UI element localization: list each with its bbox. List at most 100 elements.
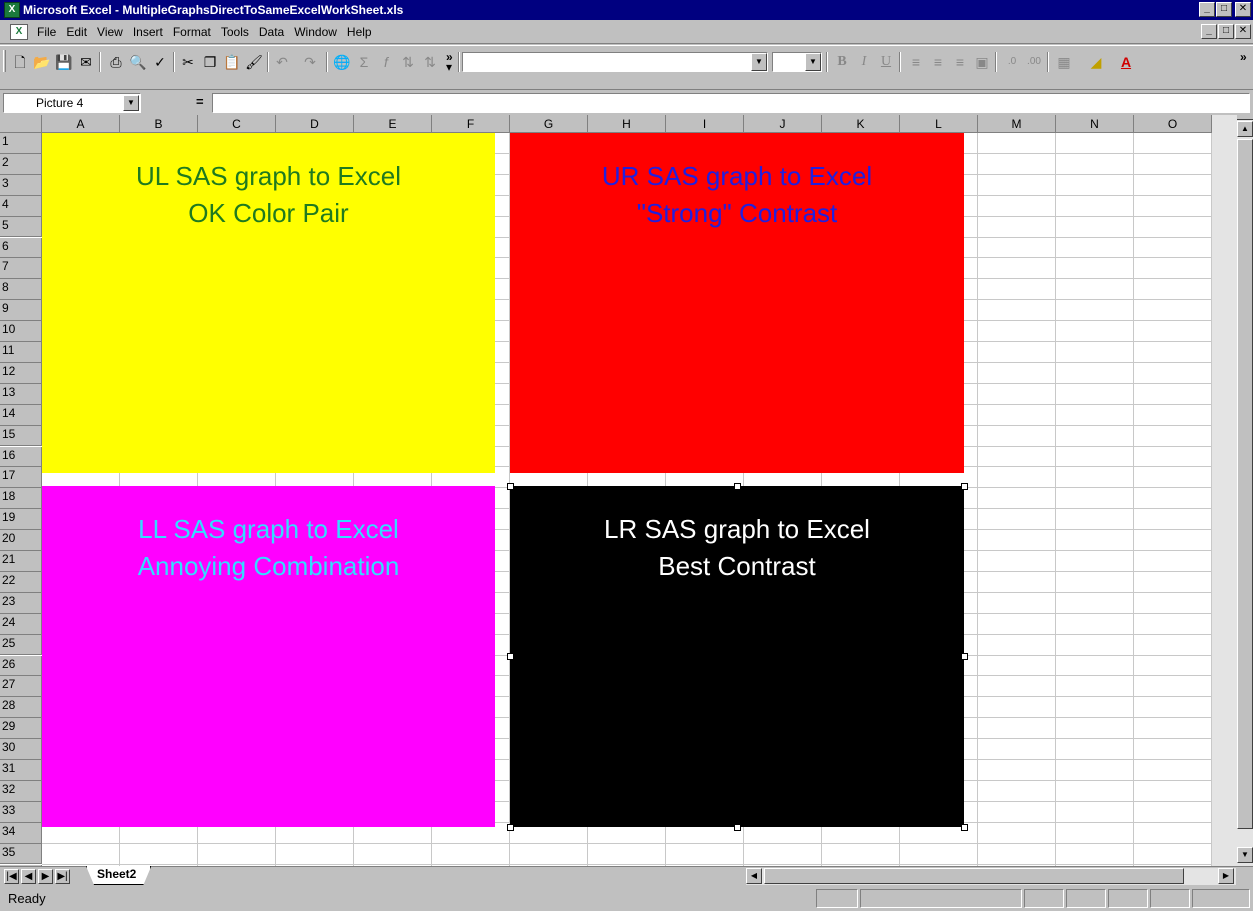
font-color-icon[interactable]: A [1116, 52, 1136, 72]
toolbar-grip[interactable] [3, 50, 6, 72]
column-header[interactable]: G [510, 115, 588, 133]
save-icon[interactable]: 💾 [54, 52, 74, 72]
row-header[interactable]: 20 [0, 530, 42, 551]
increase-decimal-icon[interactable]: .0 [1002, 52, 1022, 72]
align-left-icon[interactable]: ≡ [906, 52, 926, 72]
menu-format[interactable]: Format [168, 25, 216, 39]
vertical-scrollbar[interactable]: ▲ ▼ [1212, 115, 1253, 866]
scroll-down-icon[interactable]: ▼ [1237, 847, 1253, 863]
italic-icon[interactable]: I [854, 52, 874, 72]
spelling-icon[interactable]: ✓ [150, 52, 170, 72]
align-right-icon[interactable]: ≡ [950, 52, 970, 72]
column-header[interactable]: K [822, 115, 900, 133]
resize-handle[interactable] [961, 653, 968, 660]
row-header[interactable]: 15 [0, 425, 42, 447]
sort-descending-icon[interactable]: ⇅ [420, 52, 440, 72]
merge-center-icon[interactable]: ▣ [972, 52, 992, 72]
edit-formula-button[interactable]: = [196, 94, 204, 109]
graph-upper-left[interactable]: UL SAS graph to Excel OK Color Pair [42, 133, 495, 473]
document-icon[interactable]: X [10, 23, 28, 40]
row-header[interactable]: 24 [0, 613, 42, 635]
row-header[interactable]: 27 [0, 676, 42, 698]
row-header[interactable]: 29 [0, 718, 42, 740]
cut-icon[interactable]: ✂ [178, 52, 198, 72]
row-header[interactable]: 33 [0, 801, 42, 823]
row-header[interactable]: 12 [0, 362, 42, 384]
open-icon[interactable]: 📂 [32, 52, 52, 72]
row-header[interactable]: 2 [0, 153, 42, 175]
menu-window[interactable]: Window [289, 25, 342, 39]
undo-icon[interactable]: ↶ [272, 52, 292, 72]
scroll-right-icon[interactable]: ▶ [1218, 868, 1234, 884]
resize-handle[interactable] [734, 824, 741, 831]
menu-edit[interactable]: Edit [61, 25, 92, 39]
column-header[interactable]: J [744, 115, 822, 133]
row-header[interactable]: 17 [0, 467, 42, 489]
next-sheet-icon[interactable]: ▶ [38, 869, 53, 884]
formula-input[interactable] [212, 93, 1250, 113]
chevron-down-icon[interactable]: ▼ [123, 95, 139, 111]
column-header[interactable]: F [432, 115, 510, 133]
row-header[interactable]: 1 [0, 133, 42, 154]
row-header[interactable]: 10 [0, 321, 42, 342]
redo-icon[interactable]: ↷ [300, 52, 320, 72]
decrease-decimal-icon[interactable]: .00 [1024, 52, 1044, 72]
menu-data[interactable]: Data [254, 25, 289, 39]
row-header[interactable]: 28 [0, 697, 42, 719]
row-header[interactable]: 5 [0, 216, 42, 238]
new-icon[interactable]: 🗋 [10, 52, 30, 72]
row-header[interactable]: 25 [0, 634, 42, 656]
column-header[interactable]: C [198, 115, 276, 133]
more-buttons-icon[interactable]: » ▾ [446, 51, 453, 73]
row-header[interactable]: 31 [0, 760, 42, 781]
row-header[interactable]: 19 [0, 509, 42, 531]
font-combo[interactable]: ▼ [462, 52, 768, 72]
column-header[interactable]: E [354, 115, 432, 133]
horizontal-scrollbar[interactable]: ◀ ▶ [746, 868, 1236, 885]
row-header[interactable]: 6 [0, 237, 42, 259]
row-header[interactable]: 9 [0, 300, 42, 322]
more-buttons-icon[interactable]: » [1240, 51, 1247, 63]
resize-handle[interactable] [507, 483, 514, 490]
column-header[interactable]: O [1134, 115, 1212, 133]
scroll-up-icon[interactable]: ▲ [1237, 121, 1253, 137]
column-header[interactable]: A [42, 115, 120, 133]
graph-upper-right[interactable]: UR SAS graph to Excel "Strong" Contrast [510, 133, 964, 473]
menu-insert[interactable]: Insert [128, 25, 168, 39]
column-header[interactable]: D [276, 115, 354, 133]
paste-icon[interactable]: 📋 [222, 52, 242, 72]
resize-handle[interactable] [961, 824, 968, 831]
hyperlink-icon[interactable]: 🌐 [332, 52, 352, 72]
underline-icon[interactable]: U [876, 52, 896, 72]
row-header[interactable]: 32 [0, 780, 42, 802]
graph-lower-left[interactable]: LL SAS graph to Excel Annoying Combinati… [42, 486, 495, 827]
menu-help[interactable]: Help [342, 25, 377, 39]
row-header[interactable]: 3 [0, 174, 42, 196]
resize-handle[interactable] [507, 653, 514, 660]
prev-sheet-icon[interactable]: ◀ [21, 869, 36, 884]
row-header[interactable]: 34 [0, 822, 42, 844]
first-sheet-icon[interactable]: |◀ [4, 869, 19, 884]
excel-icon[interactable]: X [4, 2, 20, 18]
format-painter-icon[interactable]: 🖌 [244, 52, 264, 72]
font-size-combo[interactable]: ▼ [772, 52, 822, 72]
close-button[interactable]: ✕ [1235, 2, 1251, 17]
name-box[interactable]: Picture 4 ▼ [3, 93, 141, 113]
resize-handle[interactable] [734, 483, 741, 490]
row-header[interactable]: 23 [0, 592, 42, 614]
scroll-thumb[interactable] [1237, 139, 1253, 829]
row-header[interactable]: 35 [0, 843, 42, 865]
worksheet-grid[interactable]: A B C D E F G H I J K L M N O 1 2 3 4 5 6 7 8 9 10 11 12 13 14 15 16 17… [0, 115, 1253, 866]
row-header[interactable]: 16 [0, 446, 42, 468]
column-header[interactable]: B [120, 115, 198, 133]
doc-restore-button[interactable]: □ [1218, 24, 1234, 39]
align-center-icon[interactable]: ≡ [928, 52, 948, 72]
column-header[interactable]: I [666, 115, 744, 133]
maximize-button[interactable]: □ [1216, 2, 1232, 17]
column-header[interactable]: M [978, 115, 1056, 133]
column-header[interactable]: L [900, 115, 978, 133]
row-header[interactable]: 7 [0, 258, 42, 280]
doc-close-button[interactable]: ✕ [1235, 24, 1251, 39]
minimize-button[interactable]: _ [1199, 2, 1215, 17]
select-all-button[interactable] [0, 115, 42, 133]
